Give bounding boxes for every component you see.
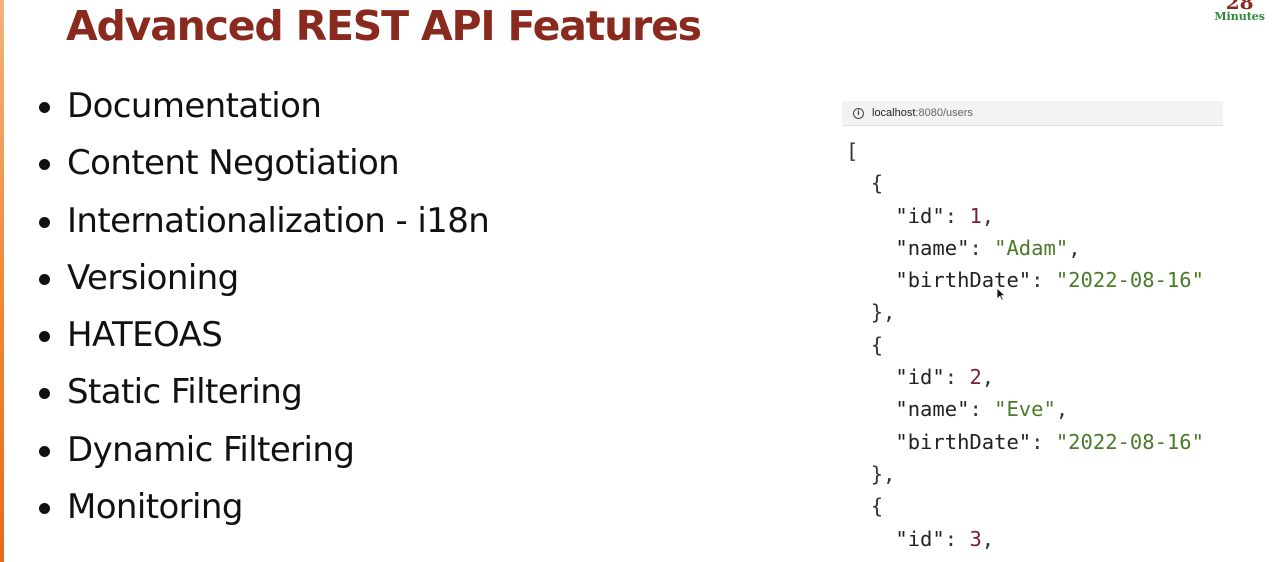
browser-window: i localhost:8080/users [ { "id": 1, "nam…: [842, 101, 1223, 562]
json-value-id: 2: [969, 365, 982, 390]
feature-item-dynamic-filtering: Dynamic Filtering: [34, 422, 489, 479]
feature-item-hateoas: HATEOAS: [34, 307, 489, 364]
json-response: [ { "id": 1, "name": "Adam", "birthDate"…: [846, 139, 1204, 551]
json-key-name: "name": [895, 235, 970, 260]
slide-accent-bar: [0, 0, 4, 562]
json-key-birthdate: "birthDate": [895, 268, 1032, 293]
json-value-id: 1: [969, 203, 982, 228]
json-key-id: "id": [895, 203, 945, 228]
feature-item-documentation: Documentation: [34, 78, 489, 135]
feature-list: Documentation Content Negotiation Intern…: [34, 78, 490, 536]
info-icon[interactable]: i: [853, 107, 864, 119]
in28minutes-logo: 28 Minutes: [1214, 0, 1265, 22]
slide-title: Advanced REST API Features: [66, 2, 702, 50]
feature-item-static-filtering: Static Filtering: [34, 364, 489, 421]
json-value-birthdate: "2022-08-16": [1055, 429, 1204, 454]
feature-item-content-negotiation: Content Negotiation: [34, 135, 489, 192]
json-key-id: "id": [895, 526, 945, 551]
logo-word: Minutes: [1214, 10, 1265, 23]
url-path[interactable]: :8080/users: [915, 107, 972, 119]
json-key-id: "id": [895, 365, 945, 390]
json-key-birthdate: "birthDate": [895, 429, 1032, 454]
json-value-name: "Adam": [994, 235, 1069, 260]
feature-item-versioning: Versioning: [34, 250, 489, 307]
feature-item-internationalization: Internationalization - i18n: [34, 193, 490, 250]
slide: Advanced REST API Features 28 Minutes Do…: [0, 0, 1275, 562]
url-host[interactable]: localhost: [872, 107, 915, 119]
feature-item-monitoring: Monitoring: [34, 479, 489, 536]
json-value-name: "Eve": [994, 397, 1056, 422]
json-value-birthdate: "2022-08-16": [1055, 268, 1204, 293]
mouse-cursor-icon: [996, 287, 1006, 301]
json-value-id: 3: [969, 526, 982, 551]
address-bar[interactable]: i localhost:8080/users: [842, 101, 1223, 126]
json-key-name: "name": [895, 397, 970, 422]
